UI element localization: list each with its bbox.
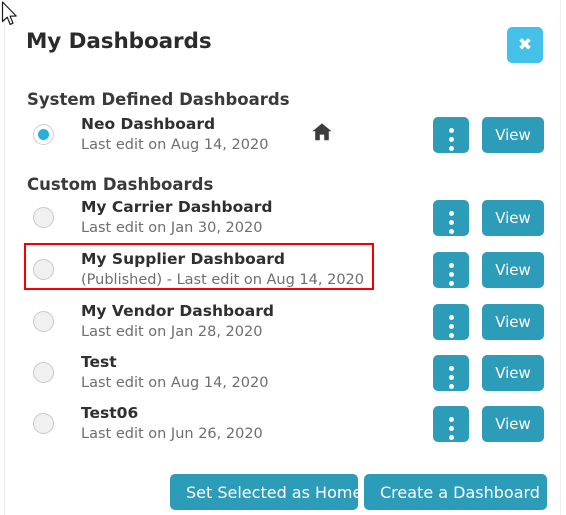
set-selected-as-home-button[interactable]: Set Selected as Home	[170, 474, 362, 510]
dashboard-name: Neo Dashboard	[81, 115, 216, 133]
dashboard-name: My Supplier Dashboard	[81, 250, 286, 268]
radio-test[interactable]	[33, 362, 54, 383]
dashboard-name: My Carrier Dashboard	[81, 198, 273, 216]
dashboard-meta: Last edit on Jan 28, 2020	[81, 324, 263, 340]
section-heading-system-defined: System Defined Dashboards	[27, 90, 290, 109]
dashboard-name: My Vendor Dashboard	[81, 302, 274, 320]
kebab-menu-icon[interactable]	[433, 304, 469, 340]
dialog-footer: Set Selected as Home Create a Dashboard	[5, 474, 560, 514]
dashboard-meta: Last edit on Jun 26, 2020	[81, 426, 263, 442]
radio-test06[interactable]	[33, 413, 54, 434]
dashboard-row-test[interactable]: Test Last edit on Aug 14, 2020 View	[5, 350, 560, 398]
dialog-header: My Dashboards ✖	[5, 0, 560, 78]
my-dashboards-dialog: My Dashboards ✖ System Defined Dashboard…	[4, 0, 561, 515]
kebab-menu-icon[interactable]	[433, 406, 469, 442]
dashboard-row-test06[interactable]: Test06 Last edit on Jun 26, 2020 View	[5, 401, 560, 449]
kebab-menu-icon[interactable]	[433, 117, 469, 153]
page-title: My Dashboards	[26, 29, 212, 54]
close-icon[interactable]: ✖	[507, 27, 543, 63]
dashboard-meta: (Published) - Last edit on Aug 14, 2020	[81, 272, 364, 288]
radio-my-supplier-dashboard[interactable]	[33, 259, 54, 280]
dashboard-meta: Last edit on Jan 30, 2020	[81, 220, 263, 236]
dashboard-meta: Last edit on Aug 14, 2020	[81, 137, 269, 153]
view-button[interactable]: View	[482, 355, 544, 391]
home-icon	[312, 123, 332, 141]
view-button[interactable]: View	[482, 406, 544, 442]
kebab-menu-icon[interactable]	[433, 200, 469, 236]
view-button[interactable]: View	[482, 304, 544, 340]
create-a-dashboard-button[interactable]: Create a Dashboard	[364, 474, 547, 510]
dashboard-name: Test	[81, 353, 117, 371]
kebab-menu-icon[interactable]	[433, 252, 469, 288]
radio-neo-dashboard[interactable]	[33, 124, 54, 145]
dashboard-row-my-carrier-dashboard[interactable]: My Carrier Dashboard Last edit on Jan 30…	[5, 195, 560, 243]
dashboard-name: Test06	[81, 404, 139, 422]
view-button[interactable]: View	[482, 200, 544, 236]
dashboard-row-my-vendor-dashboard[interactable]: My Vendor Dashboard Last edit on Jan 28,…	[5, 299, 560, 347]
view-button[interactable]: View	[482, 252, 544, 288]
dashboard-row-neo-dashboard[interactable]: Neo Dashboard Last edit on Aug 14, 2020 …	[5, 112, 560, 160]
radio-my-carrier-dashboard[interactable]	[33, 207, 54, 228]
view-button[interactable]: View	[482, 117, 544, 153]
kebab-menu-icon[interactable]	[433, 355, 469, 391]
dashboard-meta: Last edit on Aug 14, 2020	[81, 375, 269, 391]
radio-my-vendor-dashboard[interactable]	[33, 311, 54, 332]
section-heading-custom-dashboards: Custom Dashboards	[27, 175, 214, 194]
dashboard-row-my-supplier-dashboard[interactable]: My Supplier Dashboard (Published) - Last…	[5, 247, 560, 295]
